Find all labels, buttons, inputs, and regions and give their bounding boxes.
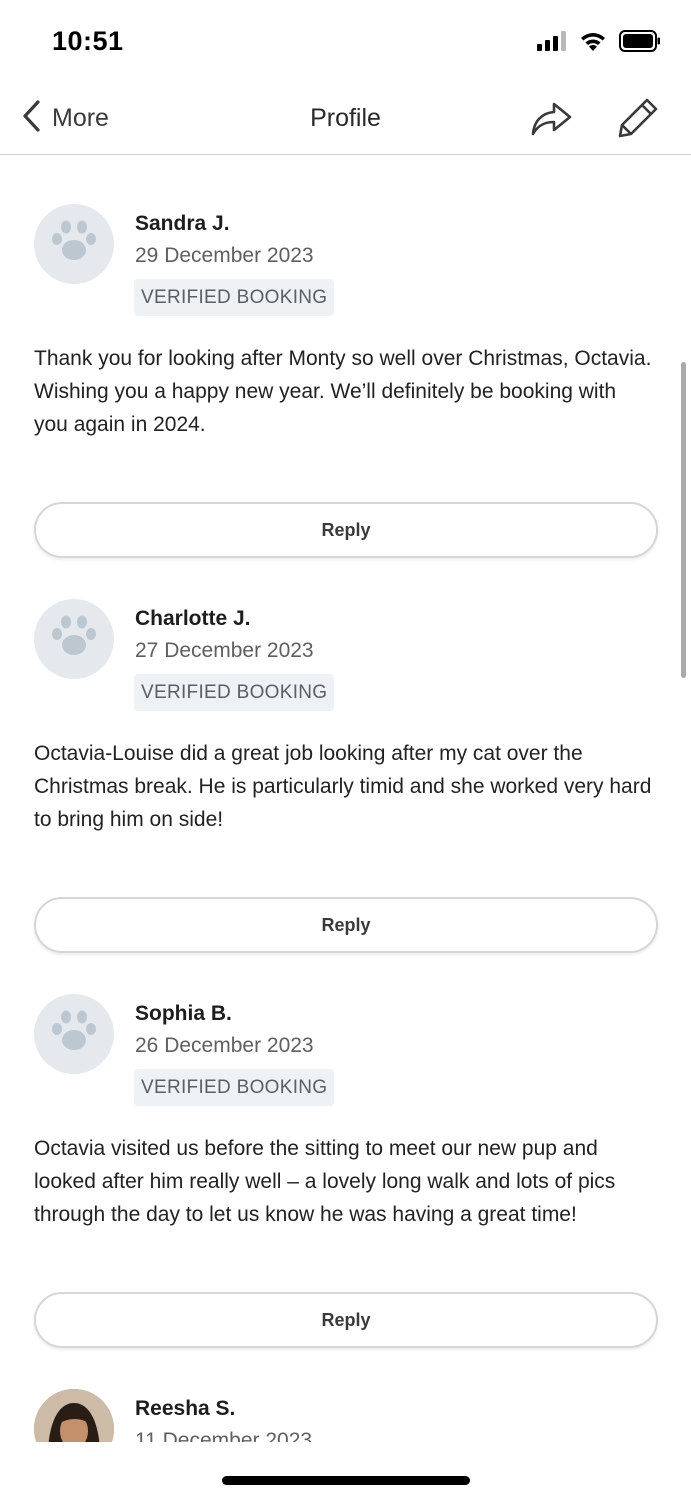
verified-booking-badge: VERIFIED BOOKING bbox=[134, 1069, 335, 1106]
status-bar: 10:51 bbox=[0, 0, 691, 84]
reviewer-name: Charlotte J. bbox=[135, 607, 251, 630]
share-icon bbox=[528, 102, 574, 146]
reviewer-name: Sophia B. bbox=[135, 1002, 232, 1025]
chevron-left-icon bbox=[20, 99, 42, 138]
review-date: 26 December 2023 bbox=[135, 1034, 314, 1057]
home-indicator[interactable] bbox=[222, 1476, 470, 1485]
paw-placeholder-icon bbox=[49, 219, 99, 270]
review-item: Charlotte J. 27 December 2023 VERIFIED B… bbox=[0, 599, 691, 989]
back-button[interactable]: More bbox=[20, 98, 109, 138]
avatar bbox=[34, 599, 114, 679]
paw-placeholder-icon bbox=[49, 614, 99, 665]
review-text: Octavia-Louise did a great job looking a… bbox=[34, 742, 652, 831]
avatar bbox=[34, 994, 114, 1074]
status-icons bbox=[537, 30, 661, 57]
edit-button[interactable] bbox=[614, 94, 662, 142]
review-item: Sandra J. 29 December 2023 VERIFIED BOOK… bbox=[0, 204, 691, 594]
review-text: Octavia visited us before the sitting to… bbox=[34, 1137, 616, 1226]
reply-button[interactable]: Reply bbox=[34, 502, 658, 558]
status-time: 10:51 bbox=[52, 26, 124, 56]
battery-icon bbox=[619, 30, 661, 57]
verified-booking-badge: VERIFIED BOOKING bbox=[134, 279, 335, 316]
reply-button[interactable]: Reply bbox=[34, 897, 658, 953]
review-item: Reesha S. 11 December 2023 bbox=[0, 1389, 691, 1469]
edit-pencil-icon bbox=[614, 98, 662, 146]
reviewer-name: Sandra J. bbox=[135, 212, 230, 235]
review-item: Sophia B. 26 December 2023 VERIFIED BOOK… bbox=[0, 994, 691, 1384]
verified-booking-badge: VERIFIED BOOKING bbox=[134, 674, 335, 711]
reviewer-name: Reesha S. bbox=[135, 1397, 236, 1420]
bottom-safe-area bbox=[0, 1442, 691, 1500]
back-button-label: More bbox=[52, 103, 109, 132]
signal-icon bbox=[537, 31, 567, 56]
avatar bbox=[34, 204, 114, 284]
review-text: Thank you for looking after Monty so wel… bbox=[34, 347, 652, 436]
share-button[interactable] bbox=[528, 96, 574, 142]
navigation-bar: More Profile bbox=[0, 84, 691, 155]
reply-button[interactable]: Reply bbox=[34, 1292, 658, 1348]
review-date: 27 December 2023 bbox=[135, 639, 314, 662]
review-date: 29 December 2023 bbox=[135, 244, 314, 267]
wifi-icon bbox=[579, 30, 607, 57]
paw-placeholder-icon bbox=[49, 1009, 99, 1060]
